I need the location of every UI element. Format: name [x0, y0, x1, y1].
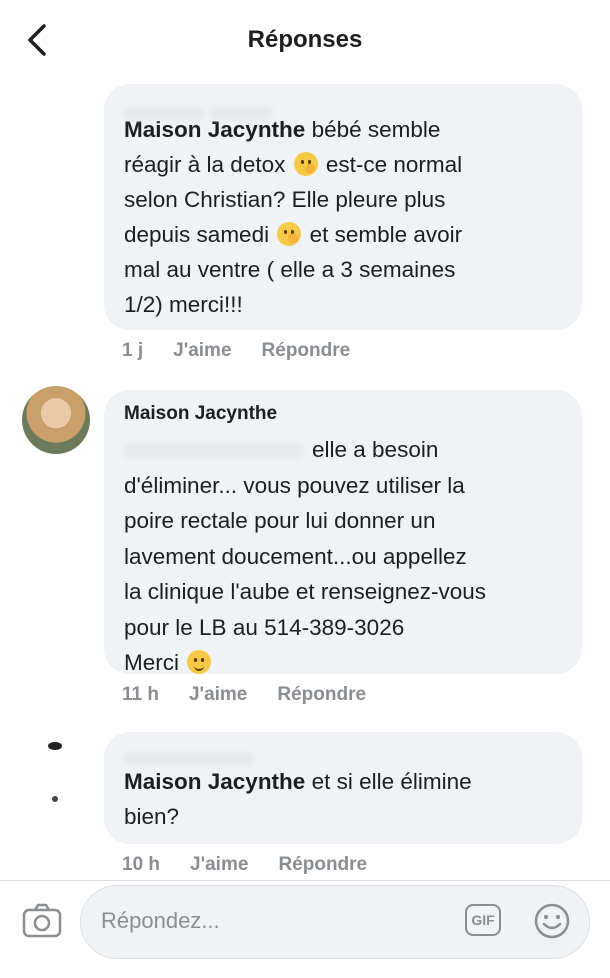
comment-bubble-1: Maison Jacynthe bébé semble réagir à la … [104, 84, 582, 330]
blurred-name [124, 740, 562, 766]
top-bar: Réponses [0, 0, 610, 80]
like-button[interactable]: J'aime [173, 340, 231, 361]
comment-text: Maison Jacynthe bébé semble réagir à la … [124, 117, 463, 317]
like-button[interactable]: J'aime [189, 684, 247, 705]
avatar-fragment [52, 796, 58, 802]
reply-button[interactable]: Répondre [262, 340, 351, 361]
reply-button[interactable]: Répondre [277, 684, 366, 705]
comment-author-link[interactable]: Maison Jacynthe [124, 402, 562, 426]
reply-input[interactable]: Répondez... GIF [80, 885, 590, 959]
page-title: Réponses [247, 26, 363, 53]
comment-meta-3: 10 h J'aime Répondre [122, 854, 397, 876]
smiling-face-icon [187, 650, 212, 674]
reply-placeholder: Répondez... [101, 908, 220, 933]
avatar[interactable] [48, 742, 62, 750]
comment-bubble-3: Maison Jacynthe et si elle élimine bien? [104, 732, 582, 844]
comment-text: elle a besoin d'éliminer... vous pouvez … [124, 437, 487, 675]
avatar[interactable] [22, 386, 90, 454]
camera-icon[interactable] [22, 903, 62, 939]
comment-meta-2: 11 h J'aime Répondre [122, 684, 396, 706]
reply-button[interactable]: Répondre [278, 854, 367, 875]
timestamp: 11 h [122, 684, 159, 705]
smiley-icon[interactable] [533, 902, 571, 940]
thinking-face-icon [277, 222, 302, 246]
thinking-face-icon [293, 152, 318, 176]
gif-button[interactable]: GIF [465, 904, 501, 936]
blurred-name [124, 94, 562, 120]
divider [0, 880, 610, 881]
comment-text: Maison Jacynthe et si elle élimine bien? [124, 769, 472, 829]
comment-author-link[interactable]: Maison Jacynthe [124, 117, 305, 142]
like-button[interactable]: J'aime [190, 854, 248, 875]
timestamp: 1 j [122, 340, 144, 361]
comment-meta-1: 1 j J'aime Répondre [122, 340, 380, 362]
timestamp: 10 h [122, 854, 161, 875]
comment-bubble-2: Maison Jacynthe elle a besoin d'éliminer… [104, 390, 582, 675]
comment-author-link[interactable]: Maison Jacynthe [124, 769, 305, 794]
